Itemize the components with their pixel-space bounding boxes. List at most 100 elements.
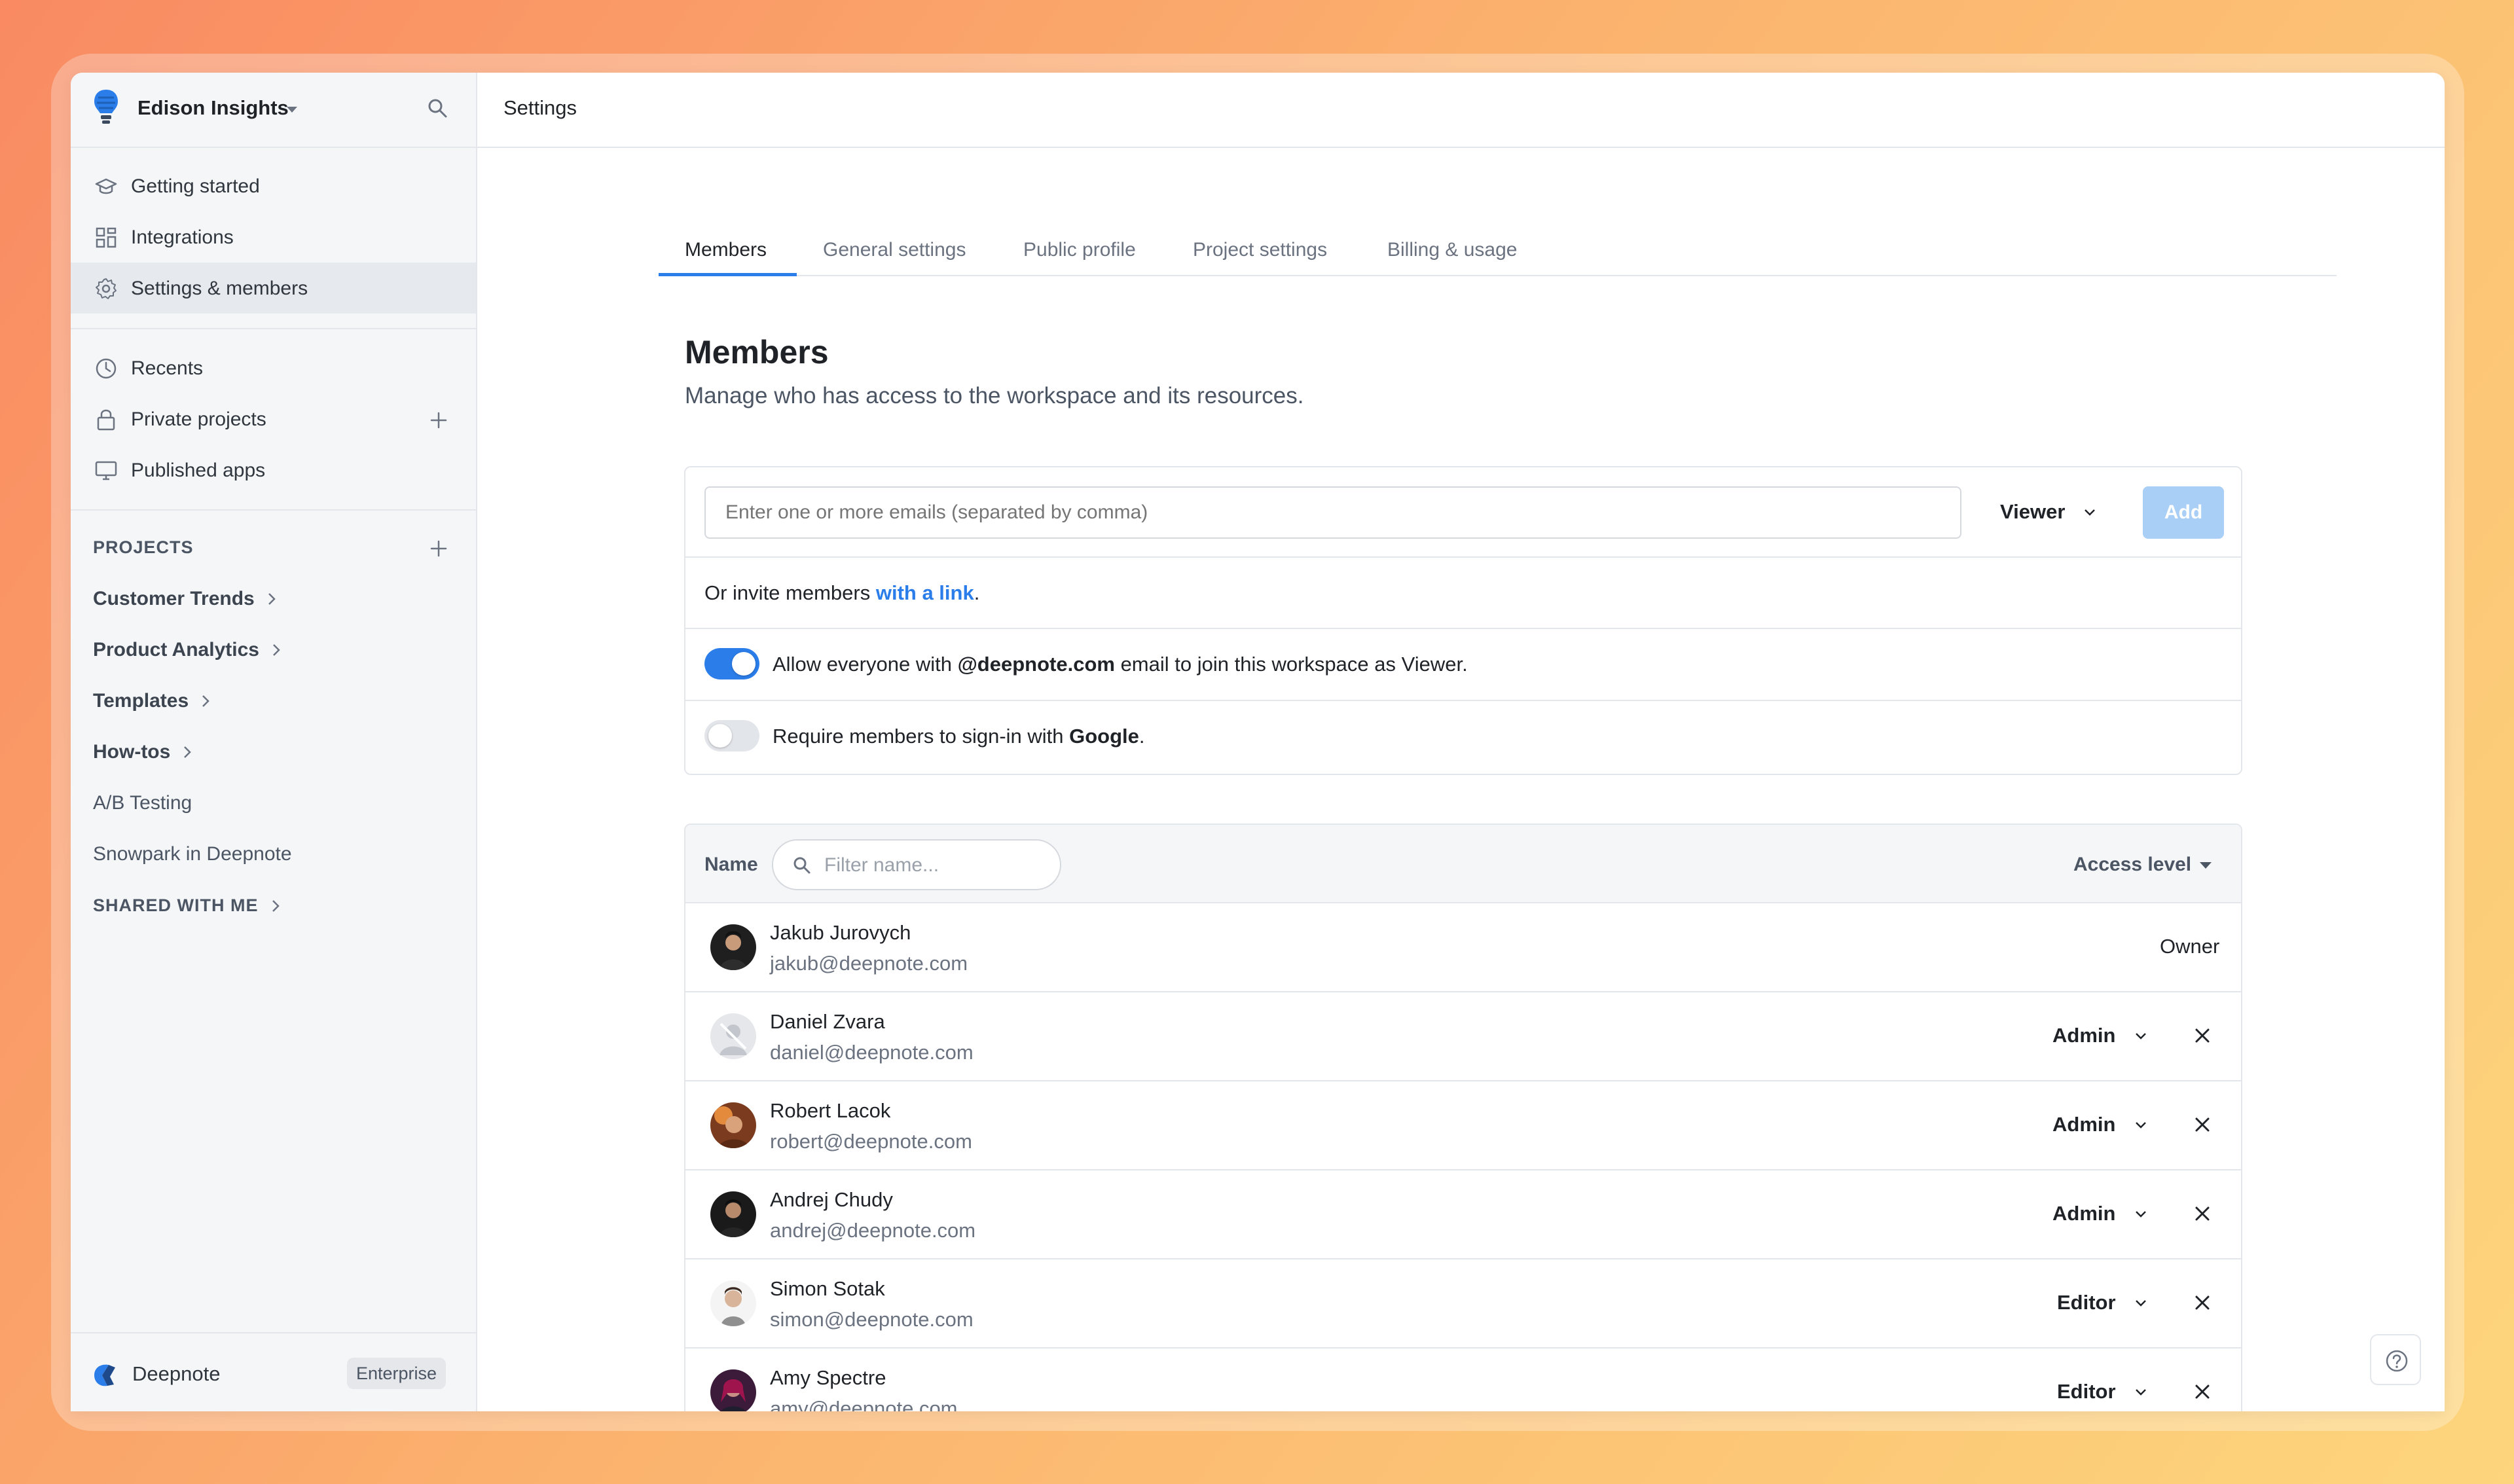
- sidebar-item-published-apps[interactable]: Published apps: [71, 444, 476, 496]
- tab-general-settings[interactable]: General settings: [823, 239, 966, 261]
- allow-domain-toggle[interactable]: [704, 648, 759, 679]
- sidebar-item-label: Getting started: [131, 175, 260, 197]
- active-tab-underline: [659, 273, 797, 276]
- member-email: robert@deepnote.com: [770, 1130, 972, 1153]
- member-role-select[interactable]: Admin: [2052, 1113, 2115, 1136]
- toggle1-post: email to join this workspace as Viewer.: [1114, 653, 1468, 676]
- table-row: Amy Spectre amy@deepnote.com Editor: [685, 1348, 2241, 1411]
- avatar: [710, 1369, 756, 1411]
- toggle-knob: [732, 652, 756, 676]
- workspace-name: Edison Insights: [137, 96, 289, 119]
- table-header: Name Filter name... Access level: [685, 825, 2241, 903]
- sidebar-item-label: Integrations: [131, 226, 234, 248]
- sidebar-item-label: Recents: [131, 357, 204, 379]
- invite-email-input[interactable]: [704, 486, 1961, 539]
- remove-member-close-icon[interactable]: [2193, 1293, 2212, 1312]
- project-label: Templates: [93, 690, 189, 712]
- shared-with-me-section[interactable]: SHARED WITH ME: [93, 896, 283, 916]
- sidebar-item-integrations[interactable]: Integrations: [71, 211, 476, 262]
- tab-project-settings[interactable]: Project settings: [1193, 239, 1327, 261]
- sidebar-divider: [71, 509, 476, 511]
- invite-link-text: Or invite members with a link.: [704, 581, 979, 605]
- page-title: Members: [685, 334, 829, 371]
- sidebar-item-private-projects[interactable]: Private projects: [71, 393, 476, 444]
- sidebar-item-recents[interactable]: Recents: [71, 342, 476, 393]
- chevron-down-icon[interactable]: [2132, 1295, 2149, 1312]
- chevron-right-icon: [202, 695, 210, 707]
- chevron-right-icon: [184, 746, 192, 758]
- workspace-switcher[interactable]: Edison Insights: [71, 73, 476, 148]
- lock-icon: [97, 409, 115, 431]
- add-member-button[interactable]: Add: [2143, 486, 2224, 539]
- sidebar-item-label: Private projects: [131, 408, 266, 430]
- sidebar-footer: Deepnote Enterprise: [71, 1332, 476, 1411]
- plan-badge: Enterprise: [347, 1358, 446, 1389]
- project-item-product-analytics[interactable]: Product Analytics: [93, 639, 284, 661]
- filter-placeholder: Filter name...: [824, 854, 939, 876]
- tab-billing-usage[interactable]: Billing & usage: [1387, 239, 1517, 261]
- member-name: Daniel Zvara: [770, 1010, 885, 1033]
- add-private-project-plus-icon[interactable]: [429, 410, 448, 430]
- members-table: Name Filter name... Access level Jakub J…: [684, 823, 2242, 1411]
- project-label: Snowpark in Deepnote: [93, 843, 292, 865]
- project-item-how-tos[interactable]: How-tos: [93, 741, 195, 763]
- member-email: andrej@deepnote.com: [770, 1219, 976, 1242]
- access-level-sort[interactable]: Access level: [2073, 854, 2191, 876]
- add-project-plus-icon[interactable]: [429, 539, 448, 558]
- project-item-snowpark[interactable]: Snowpark in Deepnote: [93, 843, 292, 865]
- project-item-customer-trends[interactable]: Customer Trends: [93, 588, 280, 610]
- member-role: Owner: [2160, 935, 2220, 958]
- sidebar: Edison Insights Getting started Integrat…: [71, 73, 477, 1411]
- table-row: Simon Sotak simon@deepnote.com Editor: [685, 1259, 2241, 1348]
- lightbulb-logo-icon: [94, 90, 118, 124]
- caret-down-icon: [287, 107, 297, 113]
- toggle-knob: [708, 724, 732, 748]
- tab-public-profile[interactable]: Public profile: [1023, 239, 1136, 261]
- avatar: [710, 1191, 756, 1237]
- invite-link-prefix: Or invite members: [704, 581, 876, 604]
- member-email: jakub@deepnote.com: [770, 952, 968, 975]
- page-breadcrumb: Settings: [503, 96, 577, 119]
- name-column-header: Name: [704, 854, 758, 875]
- project-item-templates[interactable]: Templates: [93, 690, 213, 712]
- chevron-right-icon: [268, 593, 276, 605]
- chevron-down-icon[interactable]: [2132, 1206, 2149, 1223]
- remove-member-close-icon[interactable]: [2193, 1382, 2212, 1402]
- remove-member-close-icon[interactable]: [2193, 1115, 2212, 1134]
- table-row: Andrej Chudy andrej@deepnote.com Admin: [685, 1170, 2241, 1259]
- avatar: [710, 1013, 756, 1059]
- member-role-select[interactable]: Editor: [2057, 1291, 2116, 1314]
- tab-members[interactable]: Members: [685, 239, 767, 261]
- chevron-down-icon[interactable]: [2132, 1384, 2149, 1401]
- shared-with-me-title: SHARED WITH ME: [93, 896, 259, 915]
- search-icon[interactable]: [426, 96, 449, 120]
- filter-name-input[interactable]: Filter name...: [772, 839, 1061, 890]
- app-window: Edison Insights Getting started Integrat…: [71, 73, 2445, 1411]
- table-row: Robert Lacok robert@deepnote.com Admin: [685, 1081, 2241, 1170]
- avatar: [710, 1102, 756, 1148]
- project-item-ab-testing[interactable]: A/B Testing: [93, 792, 192, 814]
- invite-role-select[interactable]: Viewer: [2000, 500, 2065, 524]
- remove-member-close-icon[interactable]: [2193, 1204, 2212, 1223]
- remove-member-close-icon[interactable]: [2193, 1026, 2212, 1045]
- chevron-down-icon[interactable]: [2132, 1117, 2149, 1134]
- grid-icon: [96, 227, 117, 248]
- invite-link[interactable]: with a link: [876, 581, 974, 604]
- table-row: Jakub Jurovych jakub@deepnote.com Owner: [685, 903, 2241, 992]
- sidebar-item-settings-members[interactable]: Settings & members: [71, 262, 476, 314]
- member-role-select[interactable]: Editor: [2057, 1380, 2116, 1403]
- help-button[interactable]: [2370, 1334, 2421, 1385]
- sidebar-item-getting-started[interactable]: Getting started: [71, 160, 476, 211]
- tab-bar-border: [659, 275, 2337, 276]
- chevron-down-icon[interactable]: [2081, 504, 2098, 521]
- require-google-toggle[interactable]: [704, 720, 759, 751]
- chevron-down-icon[interactable]: [2132, 1028, 2149, 1045]
- sidebar-item-label: Published apps: [131, 460, 266, 481]
- require-google-text: Require members to sign-in with Google.: [773, 725, 1145, 748]
- sidebar-divider: [71, 328, 476, 329]
- member-email: daniel@deepnote.com: [770, 1041, 974, 1064]
- member-role-select[interactable]: Admin: [2052, 1202, 2115, 1225]
- avatar: [710, 924, 756, 970]
- member-role-select[interactable]: Admin: [2052, 1024, 2115, 1047]
- caret-down-icon[interactable]: [2200, 862, 2212, 869]
